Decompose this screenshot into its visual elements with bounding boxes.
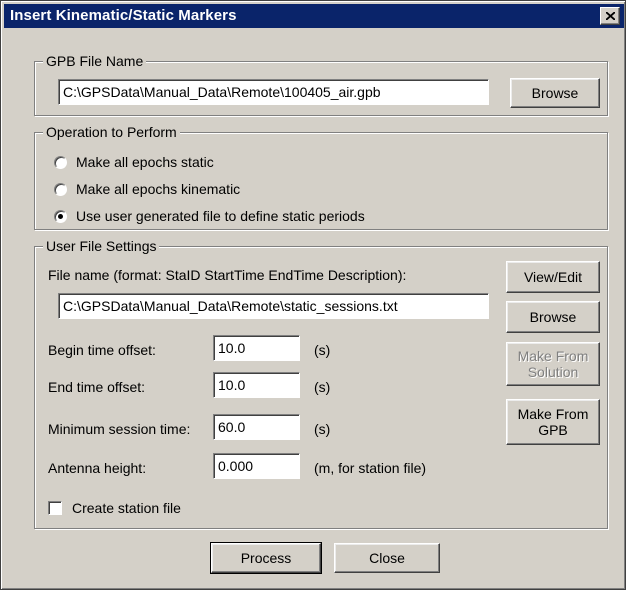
user-file-browse-button[interactable]: Browse (506, 301, 600, 333)
end-offset-unit: (s) (314, 379, 331, 395)
dialog-window: Insert Kinematic/Static Markers GPB File… (0, 0, 626, 590)
user-file-path-input[interactable] (58, 293, 489, 319)
process-button[interactable]: Process (210, 542, 322, 574)
make-from-solution-button[interactable]: Make From Solution (506, 342, 600, 386)
antenna-height-input[interactable] (213, 453, 300, 479)
title-bar[interactable]: Insert Kinematic/Static Markers (4, 4, 624, 28)
view-edit-button[interactable]: View/Edit (506, 261, 600, 293)
make-from-solution-line2: Solution (527, 364, 579, 380)
file-name-format-label: File name (format: StaID StartTime EndTi… (48, 267, 407, 283)
gpb-browse-button[interactable]: Browse (510, 78, 600, 108)
radio-button[interactable] (54, 155, 67, 169)
make-from-solution-line1: Make From (517, 348, 589, 364)
gpb-path-input[interactable] (58, 79, 489, 105)
create-station-checkbox[interactable] (48, 501, 62, 515)
begin-offset-unit: (s) (314, 342, 331, 358)
begin-offset-label: Begin time offset: (48, 342, 156, 358)
close-window-button[interactable] (600, 7, 620, 25)
create-station-label[interactable]: Create station file (72, 499, 181, 517)
radio-all-kinematic[interactable]: Make all epochs kinematic (54, 179, 240, 199)
make-from-gpb-button[interactable]: Make From GPB (506, 399, 600, 445)
min-session-label: Minimum session time: (48, 421, 191, 437)
make-from-gpb-line1: Make From (517, 406, 589, 422)
operation-group-legend: Operation to Perform (43, 123, 180, 141)
radio-all-kinematic-label: Make all epochs kinematic (76, 181, 241, 197)
end-offset-label: End time offset: (48, 379, 146, 395)
begin-offset-input[interactable] (213, 335, 300, 361)
antenna-height-label: Antenna height: (48, 460, 147, 476)
dialog-title: Insert Kinematic/Static Markers (10, 7, 237, 24)
gpb-file-group-legend: GPB File Name (43, 52, 147, 70)
end-offset-input[interactable] (213, 372, 300, 398)
antenna-height-unit: (m, for station file) (314, 460, 427, 476)
user-file-settings-legend: User File Settings (43, 237, 160, 255)
radio-button[interactable] (54, 182, 67, 196)
radio-user-file[interactable]: Use user generated file to define static… (54, 206, 365, 226)
radio-all-static-label: Make all epochs static (76, 154, 214, 170)
make-from-gpb-line2: GPB (538, 422, 568, 438)
close-icon (606, 12, 615, 20)
radio-user-file-label: Use user generated file to define static… (76, 208, 365, 224)
min-session-input[interactable] (213, 414, 300, 440)
min-session-unit: (s) (314, 421, 331, 437)
radio-button-selected[interactable] (54, 209, 67, 223)
close-button[interactable]: Close (334, 543, 440, 573)
radio-all-static[interactable]: Make all epochs static (54, 152, 214, 172)
